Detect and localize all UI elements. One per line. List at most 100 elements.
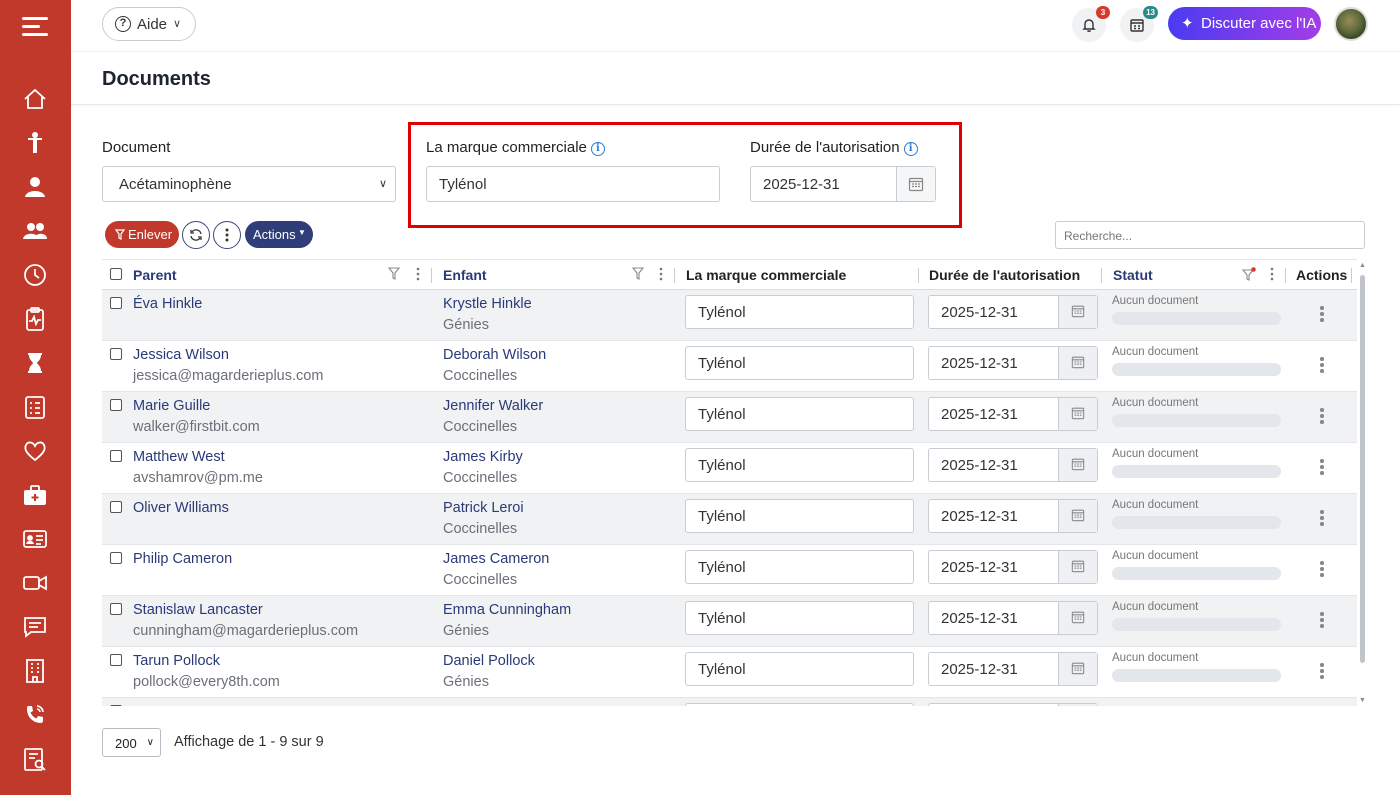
row-actions-kebab-icon[interactable] — [1320, 561, 1324, 579]
document-select[interactable]: Acétaminophène ∨ — [102, 166, 396, 202]
users-icon[interactable] — [22, 218, 48, 244]
child-name-link[interactable]: James Cameron — [443, 551, 549, 567]
id-card-icon[interactable] — [22, 526, 48, 552]
brand-cell-input[interactable]: Tylénol — [685, 499, 914, 533]
date-cell-input[interactable]: 2025-12-31 — [928, 601, 1098, 635]
column-parent-header[interactable]: Parent — [133, 267, 177, 283]
filter-active-icon[interactable] — [1241, 267, 1256, 284]
brand-cell-input[interactable] — [685, 703, 914, 706]
more-options-button[interactable] — [213, 221, 241, 249]
child-name-link[interactable]: Daniel Pollock — [443, 653, 535, 669]
row-actions-kebab-icon[interactable] — [1320, 459, 1324, 477]
row-checkbox[interactable] — [110, 654, 122, 666]
building-icon[interactable] — [22, 658, 48, 684]
remove-button[interactable]: Enlever — [105, 221, 179, 248]
child-name-link[interactable]: James Kirby — [443, 449, 523, 465]
phone-ringing-icon[interactable] — [22, 702, 48, 728]
date-cell-input[interactable]: 2025-12-31 — [928, 295, 1098, 329]
date-cell-input[interactable]: 2025-12-31 — [928, 346, 1098, 380]
parent-name-link[interactable]: Stanislaw Lancaster — [133, 602, 263, 618]
parent-name-link[interactable]: Jessica Wilson — [133, 347, 229, 363]
scrollbar-thumb[interactable] — [1360, 275, 1365, 663]
column-menu-icon[interactable] — [416, 267, 420, 284]
calendar-icon[interactable] — [1058, 653, 1097, 685]
child-name-link[interactable]: Jennifer Walker — [443, 398, 543, 414]
row-checkbox[interactable] — [110, 348, 122, 360]
date-cell-input[interactable]: 2025-12-31 — [928, 397, 1098, 431]
parent-name-link[interactable]: Éva Hinkle — [133, 296, 202, 312]
calendar-icon[interactable] — [1058, 704, 1097, 706]
help-button[interactable]: ? Aide ∨ — [102, 7, 196, 41]
message-icon[interactable] — [22, 614, 48, 640]
vertical-scrollbar[interactable]: ▲ ▼ — [1358, 262, 1367, 706]
row-checkbox[interactable] — [110, 399, 122, 411]
parent-name-link[interactable]: Marie Guille — [133, 398, 210, 414]
menu-toggle-icon[interactable] — [22, 14, 50, 40]
calendar-icon[interactable] — [1058, 449, 1097, 481]
calendar-icon[interactable] — [1058, 602, 1097, 634]
parent-name-link[interactable]: Matthew West — [133, 449, 225, 465]
calendar-icon[interactable] — [1058, 398, 1097, 430]
actions-dropdown-button[interactable]: Actions ▼ — [245, 221, 313, 248]
column-menu-icon[interactable] — [1270, 267, 1274, 284]
row-actions-kebab-icon[interactable] — [1320, 663, 1324, 681]
report-search-icon[interactable] — [22, 746, 48, 772]
clipboard-pulse-icon[interactable] — [22, 306, 48, 332]
heart-icon[interactable] — [22, 438, 48, 464]
column-menu-icon[interactable] — [659, 267, 663, 284]
scroll-up-icon[interactable]: ▲ — [1359, 262, 1366, 269]
row-checkbox[interactable] — [110, 603, 122, 615]
brand-cell-input[interactable]: Tylénol — [685, 295, 914, 329]
row-actions-kebab-icon[interactable] — [1320, 306, 1324, 324]
calendar-icon[interactable] — [1058, 296, 1097, 328]
home-icon[interactable] — [22, 86, 48, 112]
parent-name-link[interactable]: Tarun Pollock — [133, 653, 220, 669]
brand-cell-input[interactable]: Tylénol — [685, 550, 914, 584]
video-camera-icon[interactable] — [22, 570, 48, 596]
search-input[interactable]: Recherche... — [1055, 221, 1365, 249]
filter-icon[interactable] — [387, 267, 401, 283]
notifications-button[interactable]: 3 — [1072, 6, 1110, 42]
child-icon[interactable] — [22, 130, 48, 156]
brand-cell-input[interactable]: Tylénol — [685, 397, 914, 431]
brand-cell-input[interactable]: Tylénol — [685, 346, 914, 380]
child-name-link[interactable]: Patrick Leroi — [443, 500, 524, 516]
refresh-button[interactable] — [182, 221, 210, 249]
row-actions-kebab-icon[interactable] — [1320, 510, 1324, 528]
row-checkbox[interactable] — [110, 705, 122, 706]
child-name-link[interactable]: Krystle Hinkle — [443, 296, 532, 312]
date-cell-input[interactable]: 2025-12-31 — [928, 499, 1098, 533]
row-actions-kebab-icon[interactable] — [1320, 612, 1324, 630]
row-checkbox[interactable] — [110, 450, 122, 462]
parent-name-link[interactable]: Philip Cameron — [133, 551, 232, 567]
brand-cell-input[interactable]: Tylénol — [685, 652, 914, 686]
page-size-select[interactable]: 200 ∨ — [102, 728, 161, 757]
row-checkbox[interactable] — [110, 552, 122, 564]
medical-kit-icon[interactable] — [22, 482, 48, 508]
row-actions-kebab-icon[interactable] — [1320, 357, 1324, 375]
child-name-link[interactable]: Emma Cunningham — [443, 602, 571, 618]
date-cell-input[interactable]: 2025-12-31 — [928, 652, 1098, 686]
calendar-icon[interactable] — [1058, 500, 1097, 532]
row-actions-kebab-icon[interactable] — [1320, 408, 1324, 426]
column-status-header[interactable]: Statut — [1113, 267, 1153, 283]
date-cell-input[interactable]: 2025-12-31 — [928, 550, 1098, 584]
hourglass-icon[interactable] — [22, 350, 48, 376]
user-icon[interactable] — [22, 174, 48, 200]
calendar-icon[interactable] — [1058, 551, 1097, 583]
calendar-icon[interactable] — [1058, 347, 1097, 379]
calendar-button[interactable]: 13 — [1120, 6, 1158, 42]
brand-cell-input[interactable]: Tylénol — [685, 601, 914, 635]
avatar[interactable] — [1334, 7, 1368, 41]
ai-chat-button[interactable]: ✦ Discuter avec l'IA — [1168, 7, 1321, 40]
date-cell-input[interactable]: 2025-12-31 — [928, 448, 1098, 482]
brand-cell-input[interactable]: Tylénol — [685, 448, 914, 482]
scroll-down-icon[interactable]: ▼ — [1359, 697, 1366, 704]
column-child-header[interactable]: Enfant — [443, 267, 487, 283]
select-all-checkbox[interactable] — [110, 268, 122, 280]
parent-name-link[interactable]: Oliver Williams — [133, 500, 229, 516]
row-checkbox[interactable] — [110, 297, 122, 309]
filter-icon[interactable] — [631, 267, 645, 283]
checklist-icon[interactable] — [22, 394, 48, 420]
child-name-link[interactable]: Deborah Wilson — [443, 347, 546, 363]
